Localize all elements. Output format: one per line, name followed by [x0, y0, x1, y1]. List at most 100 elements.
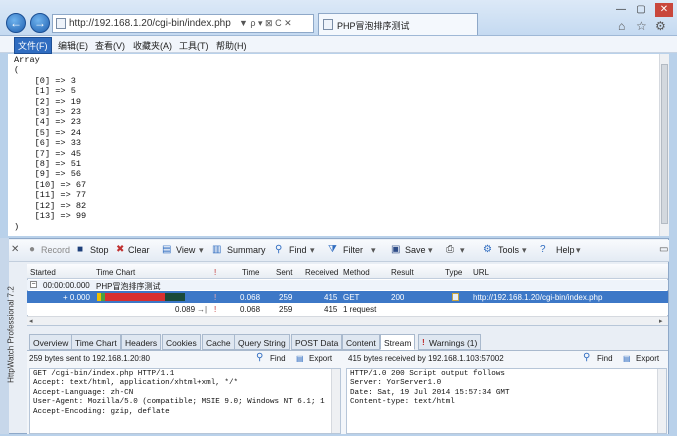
back-button[interactable]: ←	[6, 13, 26, 33]
home-icon[interactable]: ⌂	[618, 19, 625, 33]
menu-help[interactable]: 帮助(H)	[213, 38, 250, 53]
request-stream-pane[interactable]: GET /cgi-bin/index.php HTTP/1.1 Accept: …	[29, 368, 341, 434]
filter-button[interactable]: Filter	[343, 245, 363, 255]
summary-button[interactable]: Summary	[227, 245, 266, 255]
time-chart-wait-bar	[105, 293, 165, 301]
tab-post-data[interactable]: POST Data	[291, 334, 343, 350]
summary-icon: ▥	[212, 244, 222, 255]
clear-button[interactable]: Clear	[128, 245, 150, 255]
collapse-icon[interactable]: −	[30, 281, 37, 288]
page-content: Array ( [0] => 3 [1] => 5 [2] => 19 [3] …	[8, 54, 659, 236]
col-time[interactable]: Time	[242, 268, 259, 277]
maximize-button[interactable]: ▢	[634, 3, 648, 17]
response-pane-header: 415 bytes received by 192.168.1.103:5700…	[348, 354, 504, 363]
request-export-icon: ▤	[296, 354, 304, 363]
col-time-chart[interactable]: Time Chart	[96, 268, 135, 277]
request-stream-text: GET /cgi-bin/index.php HTTP/1.1 Accept: …	[33, 370, 325, 416]
request-pane-scrollbar[interactable]	[331, 369, 340, 433]
tab-stream[interactable]: Stream	[380, 334, 416, 350]
menu-tools[interactable]: 工具(T)	[176, 38, 212, 53]
response-stream-text: HTTP/1.0 200 Script output follows Serve…	[350, 370, 510, 407]
menu-edit[interactable]: 编辑(E)	[55, 38, 91, 53]
record-button[interactable]: Record	[41, 245, 70, 255]
grid-horizontal-scrollbar[interactable]: ◂ ▸	[27, 316, 668, 325]
request-result: 200	[391, 293, 405, 302]
summary-warning-icon: !	[214, 305, 217, 314]
dock-icon[interactable]: ▭	[659, 245, 668, 255]
page-icon	[56, 18, 66, 29]
view-button[interactable]: View	[176, 245, 195, 255]
tab-warnings-label: Warnings (1)	[429, 338, 478, 348]
close-window-button[interactable]: ✕	[655, 3, 673, 17]
gear-icon[interactable]: ⚙	[655, 19, 666, 33]
tab-overview[interactable]: Overview	[29, 334, 73, 350]
tab-cookies[interactable]: Cookies	[162, 334, 201, 350]
forward-button[interactable]: →	[30, 13, 50, 33]
print-icon[interactable]: ⎙	[446, 245, 454, 255]
tab-warnings[interactable]: ! Warnings (1)	[418, 334, 482, 350]
col-warnings[interactable]: !	[214, 268, 216, 277]
menu-view[interactable]: 查看(V)	[92, 38, 128, 53]
save-dropdown-icon[interactable]: ▾	[428, 245, 433, 256]
tab-php-test[interactable]: PHP冒泡排序测试	[318, 13, 478, 35]
tab-query-string[interactable]: Query String	[234, 334, 290, 350]
tab-content[interactable]: Content	[342, 334, 380, 350]
col-received[interactable]: Received	[305, 268, 338, 277]
find-button[interactable]: Find	[289, 245, 307, 255]
tools-dropdown-icon[interactable]: ▾	[522, 245, 527, 256]
view-dropdown-icon[interactable]: ▾	[199, 245, 204, 256]
httpwatch-toolbar: ✕ ● Record ■ Stop ✖ Clear ▤ View ▾ ▥ Sum…	[9, 240, 669, 262]
col-type[interactable]: Type	[445, 268, 462, 277]
save-button[interactable]: Save	[405, 245, 426, 255]
page-group-row[interactable]: − 00:00:00.000 PHP冒泡排序测试	[27, 280, 668, 291]
favorites-icon[interactable]: ☆	[636, 19, 647, 33]
filter-dropdown-icon[interactable]: ▾	[371, 245, 376, 256]
tab-cache[interactable]: Cache	[202, 334, 235, 350]
page-started: 00:00:00.000	[43, 281, 90, 290]
print-dropdown-icon[interactable]: ▾	[460, 245, 465, 256]
tools-button[interactable]: Tools	[498, 245, 519, 255]
request-started: + 0.000	[63, 293, 90, 302]
address-bar-icons[interactable]: ▼ ρ ▾ ⊠ C ✕	[239, 18, 292, 29]
request-url: http://192.168.1.20/cgi-bin/index.php	[473, 293, 603, 302]
page-scroll-thumb[interactable]	[661, 64, 668, 224]
scroll-right-icon[interactable]: ▸	[659, 317, 663, 325]
clear-icon: ✖	[116, 244, 125, 255]
minimize-button[interactable]: —	[614, 3, 628, 17]
col-sent[interactable]: Sent	[276, 268, 292, 277]
page-scrollbar[interactable]	[659, 54, 669, 236]
col-url[interactable]: URL	[473, 268, 489, 277]
find-dropdown-icon[interactable]: ▾	[310, 245, 315, 256]
summary-duration: 0.089	[175, 305, 196, 314]
request-find-button[interactable]: Find	[270, 354, 286, 363]
scroll-left-icon[interactable]: ◂	[29, 317, 33, 325]
save-icon: ▣	[391, 244, 401, 255]
tab-page-icon	[323, 19, 333, 30]
response-pane-scrollbar[interactable]	[657, 369, 666, 433]
html-type-icon	[452, 293, 459, 301]
request-row[interactable]: + 0.000 ! 0.068 259 415 GET 200 http://1…	[27, 291, 668, 303]
menu-bar: 文件(F) 编辑(E) 查看(V) 收藏夹(A) 工具(T) 帮助(H)	[0, 36, 677, 54]
col-method[interactable]: Method	[343, 268, 370, 277]
response-find-button[interactable]: Find	[597, 354, 613, 363]
help-button[interactable]: Help	[556, 245, 575, 255]
col-started[interactable]: Started	[30, 268, 56, 277]
summary-row: 0.089 →| ! 0.068 259 415 1 request	[27, 303, 668, 315]
response-export-button[interactable]: Export	[636, 354, 659, 363]
address-bar[interactable]: http://192.168.1.20/cgi-bin/index.php ▼ …	[52, 14, 314, 33]
response-find-icon: ⚲	[583, 352, 591, 363]
tab-title: PHP冒泡排序测试	[337, 21, 410, 31]
response-stream-pane[interactable]: HTTP/1.0 200 Script output follows Serve…	[346, 368, 667, 434]
request-find-icon: ⚲	[256, 352, 264, 363]
menu-favorites[interactable]: 收藏夹(A)	[130, 38, 175, 53]
filter-icon: ⧩	[328, 244, 337, 255]
close-panel-icon[interactable]: ✕	[11, 245, 19, 255]
col-result[interactable]: Result	[391, 268, 414, 277]
tab-headers[interactable]: Headers	[121, 334, 162, 350]
menu-file[interactable]: 文件(F)	[14, 37, 52, 54]
help-dropdown-icon[interactable]: ▾	[576, 245, 581, 256]
stop-button[interactable]: Stop	[90, 245, 109, 255]
summary-time: 0.068	[240, 305, 261, 314]
tab-time-chart[interactable]: Time Chart	[71, 334, 121, 350]
request-export-button[interactable]: Export	[309, 354, 332, 363]
